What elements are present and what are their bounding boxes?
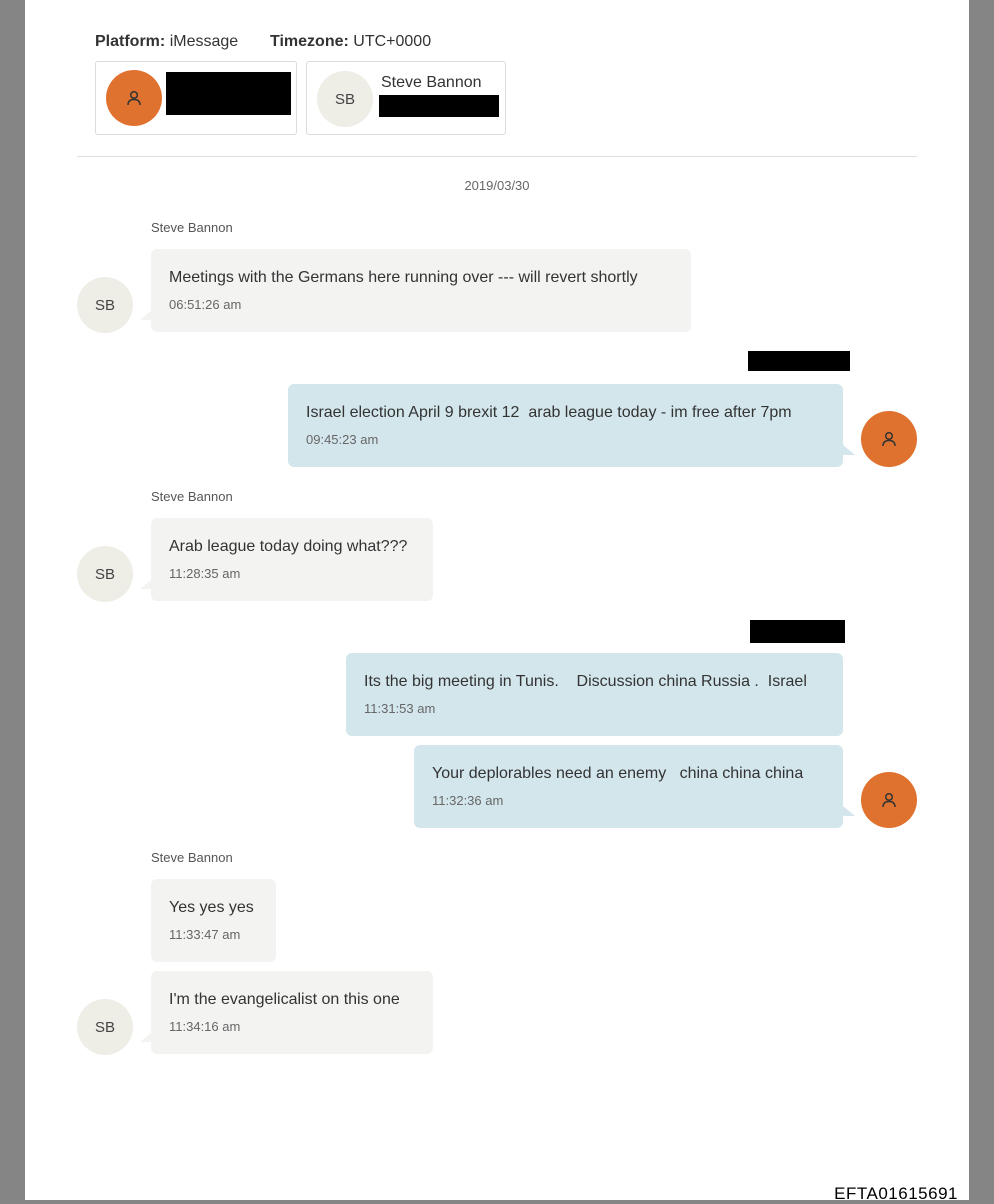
message-bubble-outgoing[interactable]: Israel election April 9 brexit 12 arab l…: [288, 384, 843, 467]
avatar-initials: SB: [94, 565, 115, 583]
redacted-name: [166, 72, 291, 115]
message-bubble-outgoing[interactable]: Its the big meeting in Tunis. Discussion…: [346, 653, 843, 736]
message-text: Arab league today doing what???: [169, 538, 408, 555]
sender-name: Steve Bannon: [151, 850, 233, 865]
person-icon: [127, 90, 141, 106]
message-bubble-incoming[interactable]: I'm the evangelicalist on this one 11:34…: [151, 971, 433, 1054]
sender-name: Steve Bannon: [151, 489, 233, 504]
sender-name: Steve Bannon: [151, 220, 233, 235]
message-bubble-incoming[interactable]: Yes yes yes 11:33:47 am: [151, 879, 276, 962]
timezone-value: UTC+0000: [353, 33, 432, 50]
avatar-initials: SB: [334, 90, 355, 108]
participant-card-steve-bannon: SB Steve Bannon: [306, 61, 506, 135]
message-text: I'm the evangelicalist on this one: [169, 991, 400, 1008]
sb-avatar: SB: [77, 546, 133, 602]
message-text: Its the big meeting in Tunis. Discussion…: [364, 673, 807, 690]
sb-avatar: SB: [77, 999, 133, 1055]
timezone-info: Timezone: UTC+0000: [270, 33, 431, 51]
redacted-sender: [748, 351, 850, 371]
avatar-initials: SB: [94, 1018, 115, 1036]
avatar-initials: SB: [94, 296, 115, 314]
user-avatar: [861, 411, 917, 467]
timezone-label: Timezone:: [270, 33, 349, 50]
conversation-date: 2019/03/30: [464, 178, 530, 193]
platform-value: iMessage: [169, 33, 239, 50]
conversation-page: Platform: iMessage Timezone: UTC+0000 SB…: [25, 0, 969, 1200]
message-text: Israel election April 9 brexit 12 arab l…: [306, 404, 792, 421]
user-avatar: [106, 70, 162, 126]
bubble-tail: [843, 806, 855, 816]
message-time: 11:34:16 am: [169, 1019, 241, 1034]
person-icon: [882, 431, 896, 447]
redacted-contact: [379, 95, 499, 117]
message-text: Meetings with the Germans here running o…: [169, 269, 638, 286]
message-time: 06:51:26 am: [169, 297, 242, 312]
message-time: 11:31:53 am: [364, 701, 436, 716]
message-time: 11:28:35 am: [169, 566, 241, 581]
message-time: 11:32:36 am: [432, 793, 504, 808]
sb-avatar: SB: [77, 277, 133, 333]
user-avatar: [861, 772, 917, 828]
message-bubble-incoming[interactable]: Arab league today doing what??? 11:28:35…: [151, 518, 433, 601]
sb-avatar: SB: [317, 71, 373, 127]
message-text: Your deplorables need an enemy china chi…: [432, 765, 804, 782]
message-text: Yes yes yes: [169, 899, 254, 916]
divider: [77, 156, 917, 157]
person-icon: [882, 792, 896, 808]
redacted-sender: [750, 620, 845, 643]
message-bubble-incoming[interactable]: Meetings with the Germans here running o…: [151, 249, 691, 332]
bubble-tail: [843, 445, 855, 455]
participant-card-user: [95, 61, 297, 135]
document-code: EFTA01615691: [834, 1184, 958, 1203]
participant-name: Steve Bannon: [381, 74, 482, 91]
message-bubble-outgoing[interactable]: Your deplorables need an enemy china chi…: [414, 745, 843, 828]
platform-label: Platform:: [95, 33, 166, 50]
message-time: 09:45:23 am: [306, 432, 379, 447]
platform-info: Platform: iMessage: [95, 33, 238, 51]
message-time: 11:33:47 am: [169, 927, 241, 942]
